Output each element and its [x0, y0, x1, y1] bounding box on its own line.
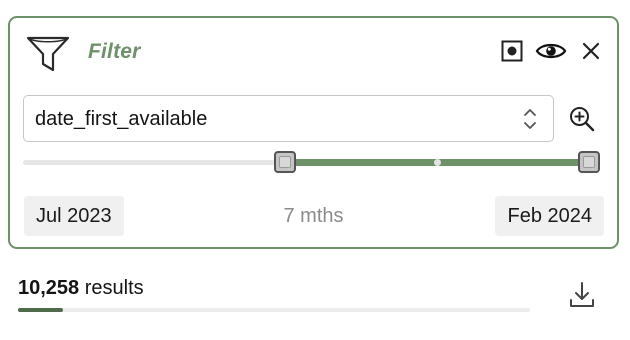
- filter-panel: Filter date_first_available Jul 2023 7 m…: [8, 16, 619, 249]
- record-icon: [501, 40, 523, 67]
- zoom-in-icon: [568, 107, 596, 137]
- slider-end-handle[interactable]: [578, 151, 601, 173]
- close-button[interactable]: [578, 40, 604, 66]
- range-end-date[interactable]: Feb 2024: [495, 196, 604, 236]
- field-select[interactable]: date_first_available: [23, 95, 554, 142]
- visibility-toggle[interactable]: [535, 40, 567, 66]
- close-icon: [582, 42, 600, 65]
- results-progress-fill: [18, 308, 64, 312]
- results-summary: 10,258 results: [18, 277, 144, 300]
- download-button[interactable]: [568, 280, 596, 310]
- download-icon: [568, 282, 596, 314]
- slider-start-handle[interactable]: [273, 151, 296, 173]
- chevron-up-down-icon: [522, 106, 538, 132]
- eye-icon: [535, 40, 567, 67]
- results-progress-bar: [18, 308, 530, 312]
- record-button[interactable]: [499, 40, 525, 66]
- date-range-slider[interactable]: [23, 150, 609, 174]
- results-label: results: [84, 277, 144, 299]
- filter-funnel-icon: [26, 34, 70, 74]
- field-select-value: date_first_available: [35, 108, 208, 130]
- filter-title: Filter: [88, 40, 141, 63]
- zoom-in-button[interactable]: [568, 105, 596, 133]
- slider-midpoint-marker: [433, 159, 441, 166]
- results-count: 10,258: [18, 277, 80, 299]
